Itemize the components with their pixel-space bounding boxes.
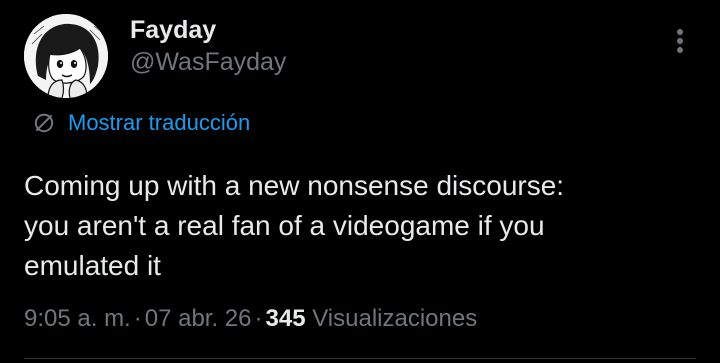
more-options-button[interactable] [664, 22, 696, 60]
views-count: 345 [265, 305, 306, 332]
meta-separator: · [133, 305, 142, 332]
meta-separator: · [254, 305, 263, 332]
divider [24, 358, 696, 359]
globe-translate-icon [34, 113, 54, 133]
more-vertical-icon [677, 47, 683, 53]
more-vertical-icon [677, 29, 683, 35]
author-names: Fayday @WasFayday [130, 14, 286, 78]
tweet-meta: 9:05 a. m. · 07 abr. 26 · 345 Visualizacione… [24, 302, 477, 336]
show-translation-link[interactable]: Mostrar traducción [32, 109, 250, 137]
author-handle[interactable]: @WasFayday [130, 46, 286, 78]
tweet: Fayday @WasFayday Mostrar traducción Com… [0, 0, 720, 363]
author-display-name[interactable]: Fayday [130, 14, 286, 46]
avatar-image [24, 14, 108, 98]
show-translation-label: Mostrar traducción [68, 110, 251, 135]
tweet-time[interactable]: 9:05 a. m. [24, 305, 131, 332]
tweet-text: Coming up with a new nonsense discourse:… [24, 170, 565, 281]
views-label: Visualizaciones [312, 305, 478, 332]
avatar[interactable] [24, 14, 108, 98]
tweet-date[interactable]: 07 abr. 26 [145, 305, 252, 332]
more-vertical-icon [677, 38, 683, 44]
